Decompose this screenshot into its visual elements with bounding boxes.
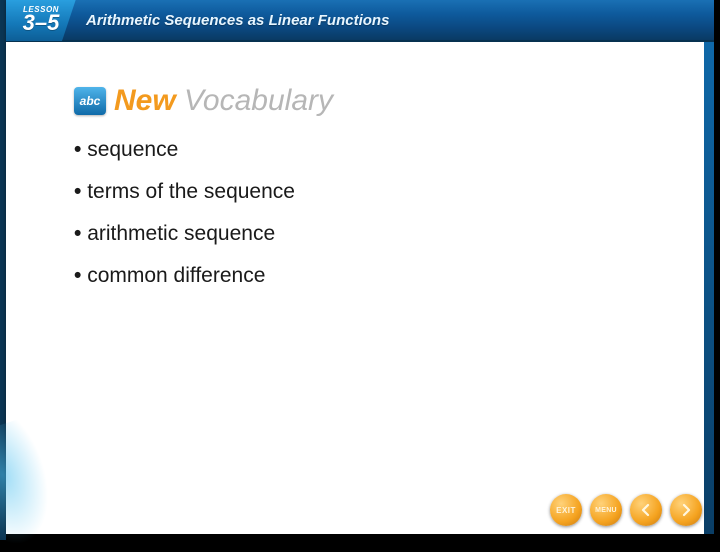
slide-card: LESSON 3–5 Arithmetic Sequences as Linea…: [6, 0, 714, 534]
next-button[interactable]: [670, 494, 702, 526]
abc-icon: abc: [74, 87, 106, 115]
right-edge-strip: [704, 42, 714, 534]
list-item: sequence: [74, 138, 295, 162]
decorative-swoosh: [0, 416, 65, 552]
footer-nav: EXIT MENU: [550, 494, 702, 526]
list-item: common difference: [74, 264, 295, 288]
vocabulary-text: Vocabulary: [176, 84, 333, 117]
exit-label: EXIT: [556, 506, 576, 515]
exit-button[interactable]: EXIT: [550, 494, 582, 526]
lesson-header: LESSON 3–5 Arithmetic Sequences as Linea…: [6, 0, 714, 42]
prev-button[interactable]: [630, 494, 662, 526]
chevron-left-icon: [639, 503, 653, 517]
menu-label: MENU: [595, 507, 617, 514]
new-text: New: [114, 84, 176, 117]
lesson-title: Arithmetic Sequences as Linear Functions: [86, 12, 389, 29]
list-item: arithmetic sequence: [74, 222, 295, 246]
new-vocabulary-heading: abc New Vocabulary: [74, 86, 333, 116]
lesson-badge: LESSON 3–5: [6, 0, 76, 41]
list-item: terms of the sequence: [74, 180, 295, 204]
menu-button[interactable]: MENU: [590, 494, 622, 526]
lesson-number: 3–5: [23, 13, 60, 33]
chevron-right-icon: [679, 503, 693, 517]
vocabulary-list: sequence terms of the sequence arithmeti…: [74, 138, 295, 306]
